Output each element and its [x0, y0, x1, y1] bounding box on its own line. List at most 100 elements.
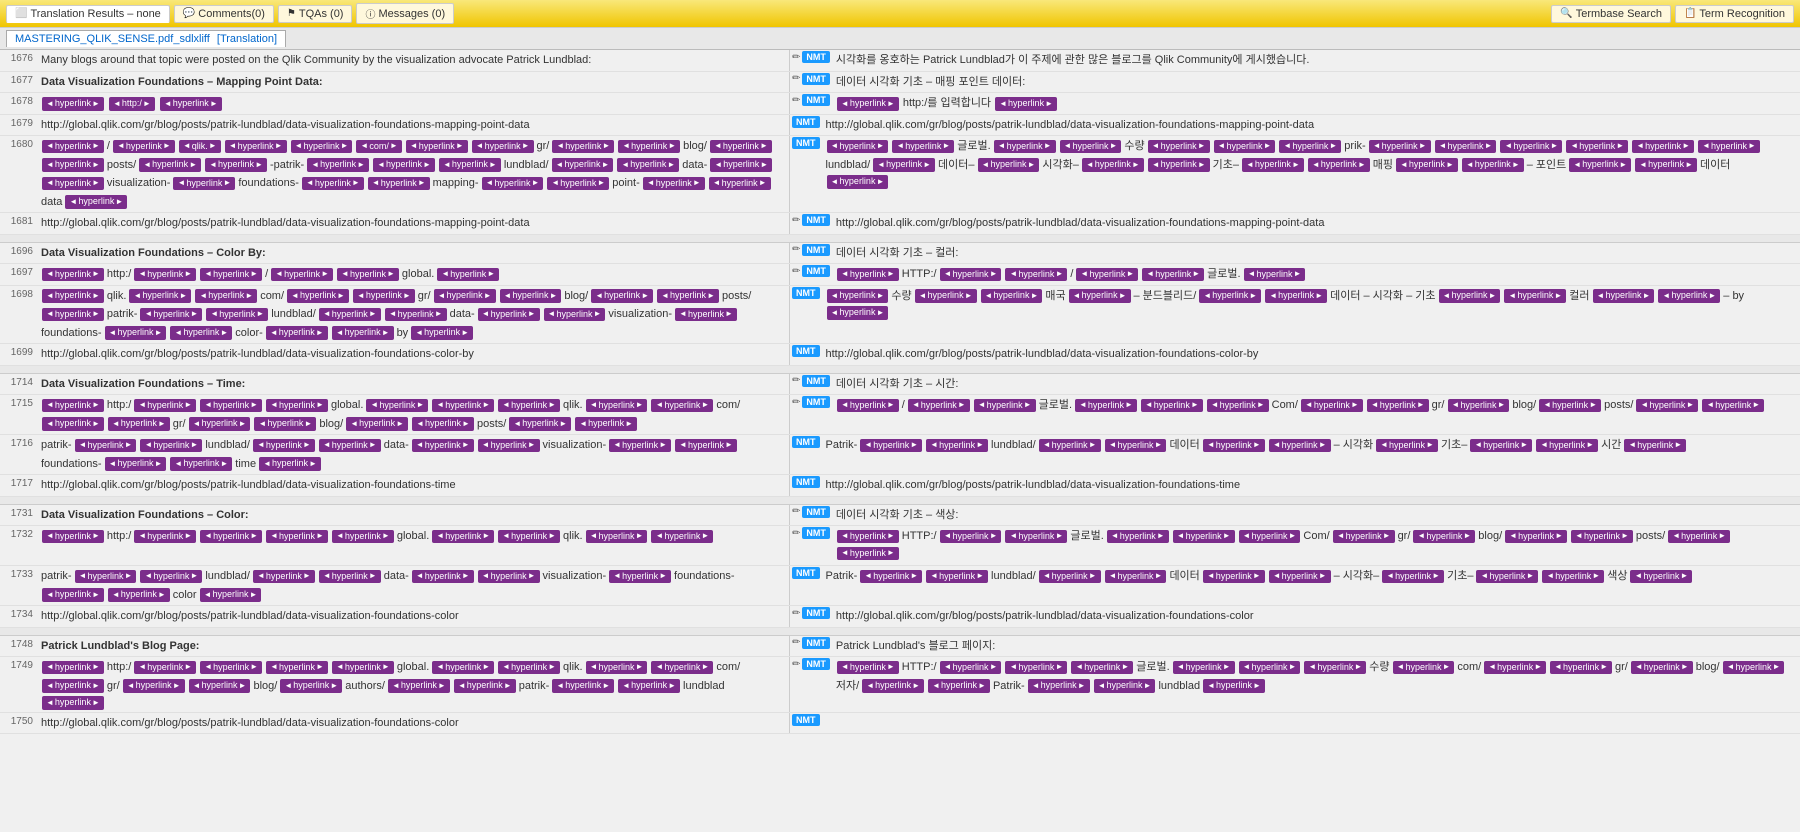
tag: hyperlink [1702, 399, 1764, 413]
nmt-badge-1748[interactable]: NMT [802, 637, 830, 649]
tag: hyperlink [1071, 661, 1133, 675]
seg-content-1681[interactable]: http://global.qlik.com/gr/blog/posts/pat… [37, 214, 787, 233]
pencil-icon-1715[interactable]: ✏ [792, 397, 800, 408]
seg-content-1715[interactable]: hyperlink http:/ hyperlink hyperlink hyp… [37, 396, 787, 433]
pencil-icon-1681[interactable]: ✏ [792, 215, 800, 226]
file-tab-bracket: [Translation] [217, 33, 277, 45]
tag: com/ [356, 140, 401, 154]
toolbar-left: ⬜ Translation Results – none 💬 Comments(… [6, 3, 454, 24]
nmt-badge-1733[interactable]: NMT [792, 567, 820, 579]
pencil-icon-1734[interactable]: ✏ [792, 608, 800, 619]
nmt-badge-1677[interactable]: NMT [802, 73, 830, 85]
seg-content-1679[interactable]: http://global.qlik.com/gr/blog/posts/pat… [37, 116, 787, 135]
seg-num-1699: 1699 [2, 345, 37, 358]
nmt-badge-1680[interactable]: NMT [792, 137, 820, 149]
main-layout: ⬜ Translation Results – none 💬 Comments(… [0, 0, 1800, 832]
right-content-1696[interactable]: 데이터 시각화 기초 – 컬러: [834, 244, 1798, 263]
pencil-icon-1731[interactable]: ✏ [792, 506, 800, 517]
nmt-badge-1750[interactable]: NMT [792, 714, 820, 726]
seg-content-1716[interactable]: patrik- hyperlink hyperlink lundblad/ hy… [37, 436, 787, 473]
table-row: 1750 http://global.qlik.com/gr/blog/post… [0, 713, 1800, 735]
pencil-icon-1677[interactable]: ✏ [792, 73, 800, 84]
nmt-badge-1734[interactable]: NMT [802, 607, 830, 619]
term-recognition-tab[interactable]: 📋 Term Recognition [1675, 5, 1794, 23]
nmt-badge-1696[interactable]: NMT [802, 244, 830, 256]
nmt-badge-1716[interactable]: NMT [792, 436, 820, 448]
tqas-tab[interactable]: ⚑ TQAs (0) [278, 5, 353, 23]
seg-content-1748[interactable]: Patrick Lundblad's Blog Page: [37, 637, 787, 656]
right-content-1699[interactable]: http://global.qlik.com/gr/blog/posts/pat… [824, 345, 1799, 364]
nmt-badge-1749[interactable]: NMT [802, 658, 830, 670]
seg-content-1680[interactable]: hyperlink / hyperlink qlik. hyperlink hy… [37, 137, 787, 211]
nmt-badge-1679[interactable]: NMT [792, 116, 820, 128]
right-content-1750[interactable] [824, 714, 1799, 716]
right-content-1733[interactable]: Patrik- hyperlink hyperlink lundblad/ hy… [824, 567, 1799, 586]
seg-content-1714[interactable]: Data Visualization Foundations – Time: [37, 375, 787, 394]
translation-results-tab[interactable]: ⬜ Translation Results – none [6, 5, 170, 23]
pencil-icon-1676[interactable]: ✏ [792, 52, 800, 63]
nmt-badge-1715[interactable]: NMT [802, 396, 830, 408]
pencil-icon-1749[interactable]: ✏ [792, 659, 800, 670]
nmt-badge-1697[interactable]: NMT [802, 265, 830, 277]
termbase-search-tab[interactable]: 🔍 Termbase Search [1551, 5, 1671, 23]
tag: hyperlink [675, 439, 737, 453]
right-content-1716[interactable]: Patrik- hyperlink hyperlink lundblad/ hy… [824, 436, 1799, 455]
seg-content-1731[interactable]: Data Visualization Foundations – Color: [37, 506, 787, 525]
file-tab[interactable]: MASTERING_QLIK_SENSE.pdf_sdlxliff [Trans… [6, 30, 286, 47]
seg-content-1732[interactable]: hyperlink http:/ hyperlink hyperlink hyp… [37, 527, 787, 546]
tag: hyperlink [827, 289, 889, 303]
seg-content-1733[interactable]: patrik- hyperlink hyperlink lundblad/ hy… [37, 567, 787, 604]
right-content-1732[interactable]: hyperlink HTTP:/ hyperlink hyperlink 글로벌… [834, 527, 1798, 561]
seg-content-1750[interactable]: http://global.qlik.com/gr/blog/posts/pat… [37, 714, 787, 733]
right-content-1677[interactable]: 데이터 시각화 기초 – 매핑 포인트 데이터: [834, 73, 1798, 92]
tag: hyperlink [42, 588, 104, 602]
tag: hyperlink [710, 140, 772, 154]
right-content-1679[interactable]: http://global.qlik.com/gr/blog/posts/pat… [824, 116, 1799, 135]
nmt-badge-1678[interactable]: NMT [802, 94, 830, 106]
right-content-1676[interactable]: 시각화를 옹호하는 Patrick Lundblad가 이 주제에 관한 많은 … [834, 51, 1798, 70]
pencil-icon-1696[interactable]: ✏ [792, 244, 800, 255]
messages-tab[interactable]: ⓘ Messages (0) [356, 3, 454, 24]
right-content-1714[interactable]: 데이터 시각화 기초 – 시간: [834, 375, 1798, 394]
right-cell-icons-1732: ✏ NMT [792, 527, 830, 539]
nmt-badge-1676[interactable]: NMT [802, 51, 830, 63]
seg-content-1696[interactable]: Data Visualization Foundations – Color B… [37, 244, 787, 263]
seg-content-1677[interactable]: Data Visualization Foundations – Mapping… [37, 73, 787, 92]
seg-content-1699[interactable]: http://global.qlik.com/gr/blog/posts/pat… [37, 345, 787, 364]
comments-tab[interactable]: 💬 Comments(0) [174, 5, 274, 23]
pencil-icon-1714[interactable]: ✏ [792, 375, 800, 386]
nmt-badge-1732[interactable]: NMT [802, 527, 830, 539]
right-content-1749[interactable]: hyperlink HTTP:/ hyperlink hyperlink hyp… [834, 658, 1798, 695]
nmt-badge-1681[interactable]: NMT [802, 214, 830, 226]
seg-content-1717[interactable]: http://global.qlik.com/gr/blog/posts/pat… [37, 476, 787, 495]
nmt-badge-1699[interactable]: NMT [792, 345, 820, 357]
right-content-1678[interactable]: hyperlink http:/를 입력합니다 hyperlink [834, 94, 1798, 113]
right-content-1717[interactable]: http://global.qlik.com/gr/blog/posts/pat… [824, 476, 1799, 495]
nmt-badge-1731[interactable]: NMT [802, 506, 830, 518]
nmt-badge-1717[interactable]: NMT [792, 476, 820, 488]
pencil-icon-1678[interactable]: ✏ [792, 95, 800, 106]
pencil-icon-1748[interactable]: ✏ [792, 637, 800, 648]
tag: hyperlink [586, 530, 648, 544]
nmt-badge-1698[interactable]: NMT [792, 287, 820, 299]
right-content-1748[interactable]: Patrick Lundblad's 블로그 페이지: [834, 637, 1798, 656]
right-content-1681[interactable]: http://global.qlik.com/gr/blog/posts/pat… [834, 214, 1798, 233]
tag: hyperlink [42, 177, 104, 191]
right-content-1698[interactable]: hyperlink 수량 hyperlink hyperlink 매국 hype… [824, 287, 1799, 321]
seg-content-1698[interactable]: hyperlink qlik. hyperlink hyperlink com/… [37, 287, 787, 343]
seg-content-1678[interactable]: hyperlink http:/ hyperlink [37, 94, 787, 113]
seg-content-1676[interactable]: Many blogs around that topic were posted… [37, 51, 787, 70]
right-content-1680[interactable]: hyperlink hyperlink 글로벌. hyperlink hyper… [824, 137, 1799, 190]
seg-content-1697[interactable]: hyperlink http:/ hyperlink hyperlink / h… [37, 265, 787, 284]
nmt-badge-1714[interactable]: NMT [802, 375, 830, 387]
seg-content-1749[interactable]: hyperlink http:/ hyperlink hyperlink hyp… [37, 658, 787, 711]
tag: hyperlink [412, 570, 474, 584]
seg-content-1734[interactable]: http://global.qlik.com/gr/blog/posts/pat… [37, 607, 787, 626]
tag: hyperlink [1542, 570, 1604, 584]
pencil-icon-1697[interactable]: ✏ [792, 266, 800, 277]
right-content-1715[interactable]: hyperlink / hyperlink hyperlink 글로벌. hyp… [834, 396, 1798, 415]
right-content-1734[interactable]: http://global.qlik.com/gr/blog/posts/pat… [834, 607, 1798, 626]
pencil-icon-1732[interactable]: ✏ [792, 528, 800, 539]
right-content-1697[interactable]: hyperlink HTTP:/ hyperlink hyperlink / h… [834, 265, 1798, 284]
right-content-1731[interactable]: 데이터 시각화 기초 – 색상: [834, 506, 1798, 525]
